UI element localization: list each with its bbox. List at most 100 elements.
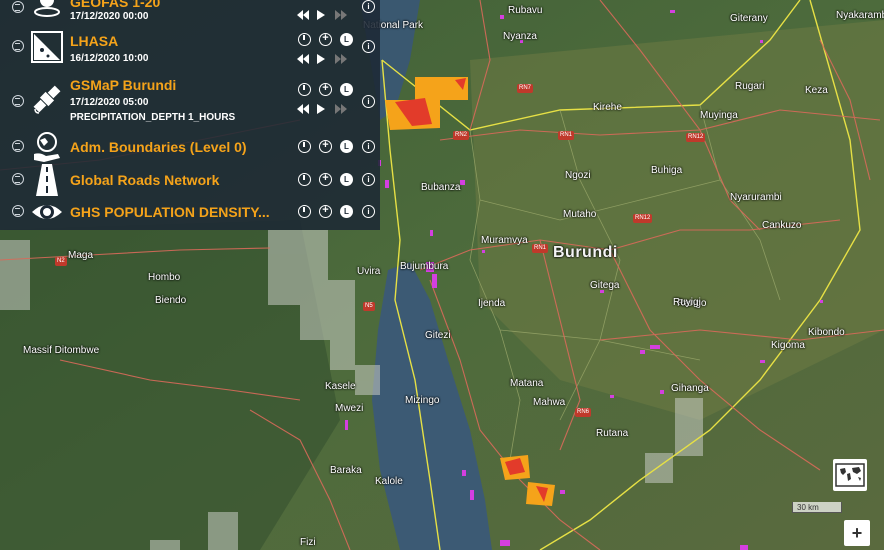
info-icon[interactable]: i: [362, 205, 375, 218]
place-label: Ruyigi: [673, 297, 701, 308]
scale-bar: 30 km: [792, 502, 842, 513]
layer-panel: GEOFAS 1-20 17/12/2020 00:00 i LHASA 16/…: [0, 0, 380, 230]
place-label: Kibondo: [808, 327, 845, 338]
place-label: Bubanza: [421, 182, 461, 193]
info-icon[interactable]: i: [362, 0, 375, 13]
info-icon[interactable]: i: [362, 40, 375, 53]
layer-title: GHS POPULATION DENSITY...: [70, 204, 270, 220]
playback-controls[interactable]: [297, 9, 347, 21]
zoom-to-layer-icon[interactable]: +: [319, 83, 332, 96]
place-label: Massif Ditombwe: [23, 345, 100, 356]
road-shield: RN6: [575, 408, 592, 417]
layer-row-roads[interactable]: Global Roads Network + L i: [0, 164, 380, 196]
info-icon[interactable]: i: [362, 173, 375, 186]
road-shield: RN1: [532, 244, 549, 253]
zoom-to-layer-icon[interactable]: +: [319, 140, 332, 153]
place-label: Matana: [510, 378, 544, 389]
opacity-icon[interactable]: [298, 83, 311, 96]
layer-row-gsmap[interactable]: GSMaP Burundi 17/12/2020 05:00 PRECIPITA…: [0, 76, 380, 128]
road-shield: RN1: [558, 131, 575, 140]
place-label: Ijenda: [478, 298, 506, 309]
layer-title: GEOFAS 1-20: [70, 0, 161, 10]
place-label: Mwezi: [335, 403, 364, 414]
drag-handle-icon[interactable]: [12, 1, 24, 13]
zoom-to-layer-icon[interactable]: +: [319, 33, 332, 46]
place-label: Nyanza: [503, 31, 537, 42]
layer-row-lhasa[interactable]: LHASA 16/12/2020 10:00 + L i: [0, 30, 380, 70]
place-label: Mizingo: [405, 395, 440, 406]
layer-parameter: PRECIPITATION_DEPTH 1_HOURS: [70, 112, 236, 123]
place-label: Muyinga: [700, 110, 738, 121]
place-label: Biendo: [155, 295, 187, 306]
place-label: Gihanga: [671, 383, 709, 394]
place-label: Kasele: [325, 381, 356, 392]
place-label: Ngozi: [565, 170, 591, 181]
globe-hand-icon: [34, 132, 60, 162]
playback-controls[interactable]: [297, 53, 347, 65]
place-label: Kirehe: [593, 102, 622, 113]
place-label: Nyakarambi: [836, 10, 884, 21]
satellite-icon: [33, 85, 61, 114]
drag-handle-icon[interactable]: [12, 40, 24, 52]
place-label: Cankuzo: [762, 220, 802, 231]
place-label: Fizi: [300, 537, 316, 548]
layer-row-geofas[interactable]: GEOFAS 1-20 17/12/2020 00:00 i: [0, 0, 380, 30]
layer-title: Global Roads Network: [70, 172, 220, 188]
place-label: Rugari: [735, 81, 765, 92]
opacity-icon[interactable]: [298, 173, 311, 186]
location-pin-icon: [34, 0, 60, 17]
place-label: Rubavu: [508, 5, 543, 16]
eye-icon: [32, 205, 62, 219]
info-icon[interactable]: i: [362, 140, 375, 153]
road-shield: N2: [55, 257, 67, 266]
place-label: Nyarurambi: [730, 192, 782, 203]
layer-row-ghs-population[interactable]: GHS POPULATION DENSITY... + L i: [0, 196, 380, 228]
place-label: Maga: [68, 250, 94, 261]
road-icon: [36, 164, 58, 196]
place-label: Uvira: [357, 266, 381, 277]
legend-icon[interactable]: L: [340, 83, 353, 96]
basemap-switcher-button[interactable]: [833, 459, 867, 491]
place-label: Rutana: [596, 428, 629, 439]
place-label: Hombo: [148, 272, 181, 283]
layer-row-admin-boundaries[interactable]: Adm. Boundaries (Level 0) + L i: [0, 130, 380, 164]
playback-controls[interactable]: [297, 103, 347, 115]
layer-timestamp: 16/12/2020 10:00: [70, 53, 149, 64]
zoom-to-layer-icon[interactable]: +: [319, 173, 332, 186]
legend-icon[interactable]: L: [340, 140, 353, 153]
drag-handle-icon[interactable]: [12, 140, 24, 152]
layer-title: LHASA: [70, 33, 119, 49]
place-label: Bujumbura: [400, 261, 449, 272]
road-shield: RN12: [686, 133, 706, 142]
place-label: Kigoma: [771, 340, 805, 351]
opacity-icon[interactable]: [298, 140, 311, 153]
drag-handle-icon[interactable]: [12, 95, 24, 107]
place-label: Muramvya: [481, 235, 528, 246]
opacity-icon[interactable]: [298, 33, 311, 46]
road-shield: RN12: [633, 214, 653, 223]
place-label: Buhiga: [651, 165, 683, 176]
country-label: Burundi: [553, 244, 618, 261]
place-label: Keza: [805, 85, 828, 96]
layer-timestamp: 17/12/2020 05:00: [70, 97, 149, 108]
road-shield: RN7: [517, 84, 534, 93]
legend-icon[interactable]: L: [340, 173, 353, 186]
road-shield: RN2: [453, 131, 470, 140]
zoom-in-button[interactable]: +: [844, 520, 870, 546]
zoom-to-layer-icon[interactable]: +: [319, 205, 332, 218]
world-map-icon: [835, 463, 865, 487]
road-shield: N5: [363, 302, 375, 311]
place-label: Mahwa: [533, 397, 566, 408]
info-icon[interactable]: i: [362, 95, 375, 108]
place-label: Gitega: [590, 280, 620, 291]
place-label: Baraka: [330, 465, 362, 476]
legend-icon[interactable]: L: [340, 205, 353, 218]
place-label: Kalole: [375, 476, 403, 487]
legend-icon[interactable]: L: [340, 33, 353, 46]
opacity-icon[interactable]: [298, 205, 311, 218]
drag-handle-icon[interactable]: [12, 173, 24, 185]
landslide-icon: [31, 31, 63, 63]
layer-title: GSMaP Burundi: [70, 77, 177, 93]
drag-handle-icon[interactable]: [12, 205, 24, 217]
layer-timestamp: 17/12/2020 00:00: [70, 11, 149, 22]
